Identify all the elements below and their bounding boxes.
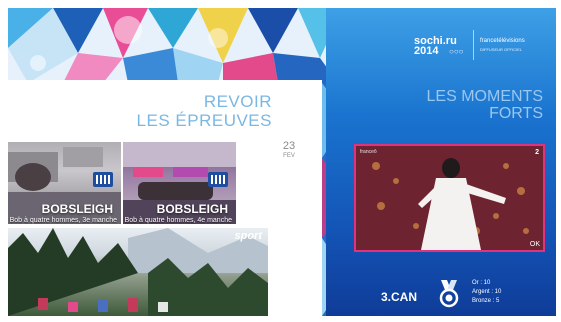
medal-stats: Or : 10 Argent : 10 Bronze : 5: [472, 279, 501, 306]
country-rank: 3.CAN: [381, 290, 418, 304]
video-frame: [356, 146, 543, 250]
featured-event-image[interactable]: sport: [8, 228, 268, 316]
tv-screen: REVOIR LES ÉPREUVES BOBSLEIGH Bob à quat…: [8, 8, 556, 316]
broadcaster-tagline: DIFFUSEUR OFFICIEL: [480, 47, 523, 52]
replay-title-line1: REVOIR: [203, 92, 272, 111]
logo-divider: [473, 30, 474, 60]
date-month: FEV: [283, 153, 295, 159]
ok-button[interactable]: OK: [530, 241, 540, 248]
replay-title-line2: LES ÉPREUVES: [136, 111, 272, 130]
event-tile-1[interactable]: BOBSLEIGH Bob à quatre hommes, 3e manche: [8, 142, 121, 224]
channel-number: 2: [535, 149, 539, 156]
event-name-label: Bob à quatre hommes, 3e manche: [9, 217, 117, 224]
highlights-title-line1: LES MOMENTS: [426, 88, 543, 105]
camera-icon: [93, 172, 113, 187]
olympic-rings-icon: ○○○: [449, 47, 464, 56]
camera-icon: [208, 172, 228, 187]
broadcaster-logo: francetélévisions DIFFUSEUR OFFICIEL: [480, 38, 525, 52]
left-panel: REVOIR LES ÉPREUVES BOBSLEIGH Bob à quat…: [8, 80, 322, 316]
bronze-count: Bronze : 5: [472, 298, 500, 304]
broadcaster-name: francetélévisions: [480, 38, 525, 44]
event-tile-2[interactable]: BOBSLEIGH Bob à quatre hommes, 4e manche: [123, 142, 236, 224]
highlights-title-line2: FORTS: [489, 105, 543, 122]
event-sport-label: BOBSLEIGH: [41, 202, 113, 216]
bobsleigh-track-photo: [8, 228, 268, 316]
date-indicator: 23 FEV: [274, 140, 304, 159]
date-day: 23: [282, 140, 296, 152]
gold-count: Or : 10: [472, 280, 491, 286]
event-name-label: Bob à quatre hommes, 4e manche: [124, 217, 232, 224]
highlight-video-player[interactable]: franceô 2 OK: [354, 144, 545, 252]
sport-channel-logo: sport: [234, 230, 263, 242]
silver-count: Argent : 10: [472, 289, 502, 295]
medal-icon: [439, 280, 459, 308]
sochi-logo: sochi.ru 2014 ○○○: [414, 36, 464, 57]
video-source-tag: franceô: [360, 149, 377, 155]
event-sport-label: BOBSLEIGH: [156, 202, 228, 216]
